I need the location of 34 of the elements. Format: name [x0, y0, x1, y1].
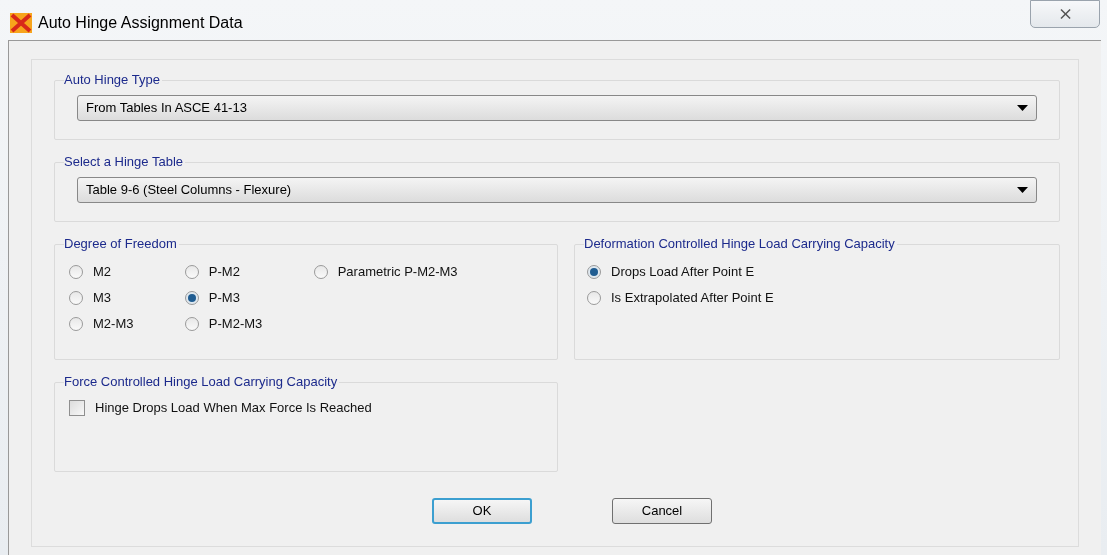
radio-label: P-M2 — [208, 263, 240, 282]
group-label: Force Controlled Hinge Load Carrying Capacity — [64, 374, 340, 390]
radio-button[interactable] — [69, 291, 83, 305]
radio-label: M2 — [93, 263, 112, 282]
radio-label: M2-M3 — [93, 315, 134, 334]
checkbox-label: Hinge Drops Load When Max Force Is Reached — [95, 399, 372, 418]
radio-label: P-M3 — [208, 289, 240, 308]
dropdown[interactable]: From Tables In ASCE 41-13 — [77, 95, 1037, 121]
close-button[interactable]: ⨯ — [1030, 0, 1100, 28]
dropdown-arrow-icon — [1017, 105, 1028, 111]
radio-label: Drops Load After Point E — [611, 263, 755, 282]
radio-button[interactable] — [184, 265, 199, 279]
dropdown-arrow-icon — [1017, 187, 1028, 193]
radio-button[interactable] — [587, 291, 601, 305]
checkbox[interactable] — [69, 400, 85, 416]
radio-button[interactable] — [184, 317, 199, 331]
group-label: Select a Hinge Table — [64, 154, 185, 170]
radio-label: M3 — [93, 289, 112, 308]
dialog-button[interactable]: OK — [432, 498, 532, 524]
group-label: Degree of Freedom — [64, 236, 179, 252]
dialog-button[interactable]: Cancel — [612, 498, 712, 524]
dropdown[interactable]: Table 9-6 (Steel Columns - Flexure) — [77, 177, 1037, 203]
window-title: Auto Hinge Assignment Data — [38, 13, 243, 33]
radio-button[interactable] — [69, 265, 83, 279]
radio-button[interactable] — [587, 265, 601, 279]
group-label: Auto Hinge Type — [64, 72, 162, 88]
radio-button[interactable] — [69, 317, 83, 331]
radio-button[interactable] — [184, 291, 199, 305]
radio-label: P-M2-M3 — [208, 315, 263, 334]
app-logo-icon — [10, 13, 32, 33]
radio-button[interactable] — [313, 265, 328, 279]
group-label: Deformation Controlled Hinge Load Carrying Capacity — [584, 236, 897, 252]
radio-label: Is Extrapolated After Point E — [611, 289, 774, 308]
radio-label: Parametric P-M2-M3 — [337, 263, 458, 282]
